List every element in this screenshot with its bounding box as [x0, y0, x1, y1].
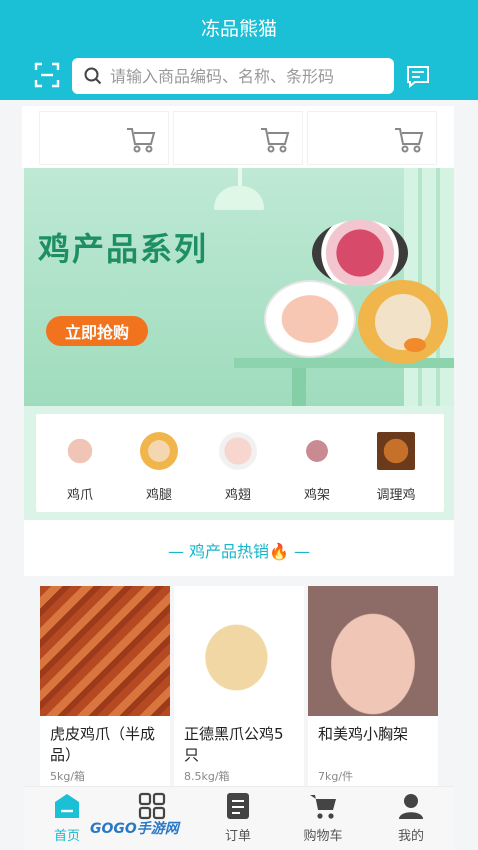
product-name: 虎皮鸡爪（半成品） [50, 725, 156, 764]
tab-label: 我的 [397, 829, 424, 844]
tab-profile[interactable]: 我的 [371, 791, 451, 849]
hot-section-title: — 鸡产品热销🔥 — [24, 538, 454, 562]
app-header: 冻品熊猫 [0, 0, 478, 100]
scan-icon[interactable] [34, 62, 60, 88]
cart-icon[interactable] [126, 126, 156, 154]
quick-cart-cell[interactable] [308, 112, 436, 164]
banner-title: 鸡产品系列 [38, 230, 209, 268]
profile-icon [399, 794, 423, 819]
chicken-leg-plate-image [358, 280, 448, 364]
product-image[interactable] [40, 586, 170, 716]
chicken-wing-image [219, 432, 257, 470]
tab-label: 购物车 [303, 829, 343, 844]
hot-section-title-text: — 鸡产品热销 [167, 542, 270, 561]
product-spec: 8.5kg/箱 [184, 770, 230, 783]
search-icon [84, 67, 102, 85]
product-card[interactable]: 正德黑爪公鸡5只 8.5kg/箱 [174, 586, 304, 786]
category-icon [138, 792, 166, 820]
promo-banner[interactable]: 鸡产品系列 立即抢购 [24, 168, 454, 406]
category-item[interactable]: 鸡腿 [124, 432, 194, 503]
app-title: 冻品熊猫 [200, 18, 277, 40]
product-image[interactable] [174, 586, 304, 716]
buy-now-button[interactable]: 立即抢购 [46, 316, 148, 346]
quick-cart-row [22, 106, 454, 168]
cart-icon[interactable] [260, 126, 290, 154]
search-box[interactable] [72, 58, 394, 94]
category-label: 鸡爪 [66, 488, 93, 503]
category-grid: 鸡爪 鸡腿 鸡翅 鸡架 调理鸡 [36, 414, 444, 512]
table-decoration [292, 368, 306, 406]
category-label: 鸡腿 [145, 488, 172, 503]
cart-icon[interactable] [394, 126, 424, 154]
chicken-heart-plate-image [312, 220, 408, 286]
hot-section-header: — 鸡产品热销🔥 — [24, 520, 454, 576]
product-spec: 7kg/件 [318, 770, 354, 783]
category-item[interactable]: 鸡爪 [45, 432, 115, 503]
tab-cart[interactable]: 购物车 [283, 791, 363, 849]
hot-section-title-trail: — [288, 542, 311, 561]
product-card[interactable]: 和美鸡小胸架 7kg/件 [308, 586, 438, 786]
bottom-tab-bar: 首页 订单 购物车 我的 [24, 786, 454, 850]
fire-icon: 🔥 [269, 542, 289, 561]
product-card[interactable]: 虎皮鸡爪（半成品） 5kg/箱 [40, 586, 170, 786]
product-name: 正德黑爪公鸡5只 [184, 725, 284, 764]
site-watermark: GOGO手游网 [90, 821, 179, 837]
chicken-leg-image [140, 432, 178, 470]
product-image[interactable] [308, 586, 438, 716]
chicken-feet-image [61, 432, 99, 470]
product-grid: 虎皮鸡爪（半成品） 5kg/箱 正德黑爪公鸡5只 8.5kg/箱 和美鸡小胸架 … [24, 576, 454, 786]
home-icon [55, 794, 79, 818]
category-item[interactable]: 鸡架 [282, 432, 352, 503]
category-item[interactable]: 鸡翅 [203, 432, 273, 503]
carrot-image [404, 338, 426, 352]
category-label: 鸡架 [303, 488, 330, 503]
lamp-decoration [238, 168, 242, 186]
order-icon [227, 793, 249, 819]
chicken-breast-plate-image [264, 280, 356, 358]
category-label: 鸡翅 [224, 488, 251, 503]
cart-icon [310, 795, 336, 819]
tab-label: 订单 [224, 829, 251, 844]
category-section: 鸡爪 鸡腿 鸡翅 鸡架 调理鸡 [24, 406, 454, 520]
category-label: 调理鸡 [376, 488, 416, 503]
category-item[interactable]: 调理鸡 [361, 432, 431, 503]
product-spec: 5kg/箱 [50, 770, 86, 783]
chicken-frame-image [298, 432, 336, 470]
seasoned-chicken-image [377, 432, 415, 470]
search-input[interactable] [110, 66, 380, 86]
tab-orders[interactable]: 订单 [198, 791, 278, 849]
lamp-decoration [214, 186, 264, 210]
product-name: 和美鸡小胸架 [318, 725, 409, 743]
quick-cart-cell[interactable] [174, 112, 302, 164]
quick-cart-cell[interactable] [40, 112, 168, 164]
message-icon[interactable] [406, 64, 430, 88]
